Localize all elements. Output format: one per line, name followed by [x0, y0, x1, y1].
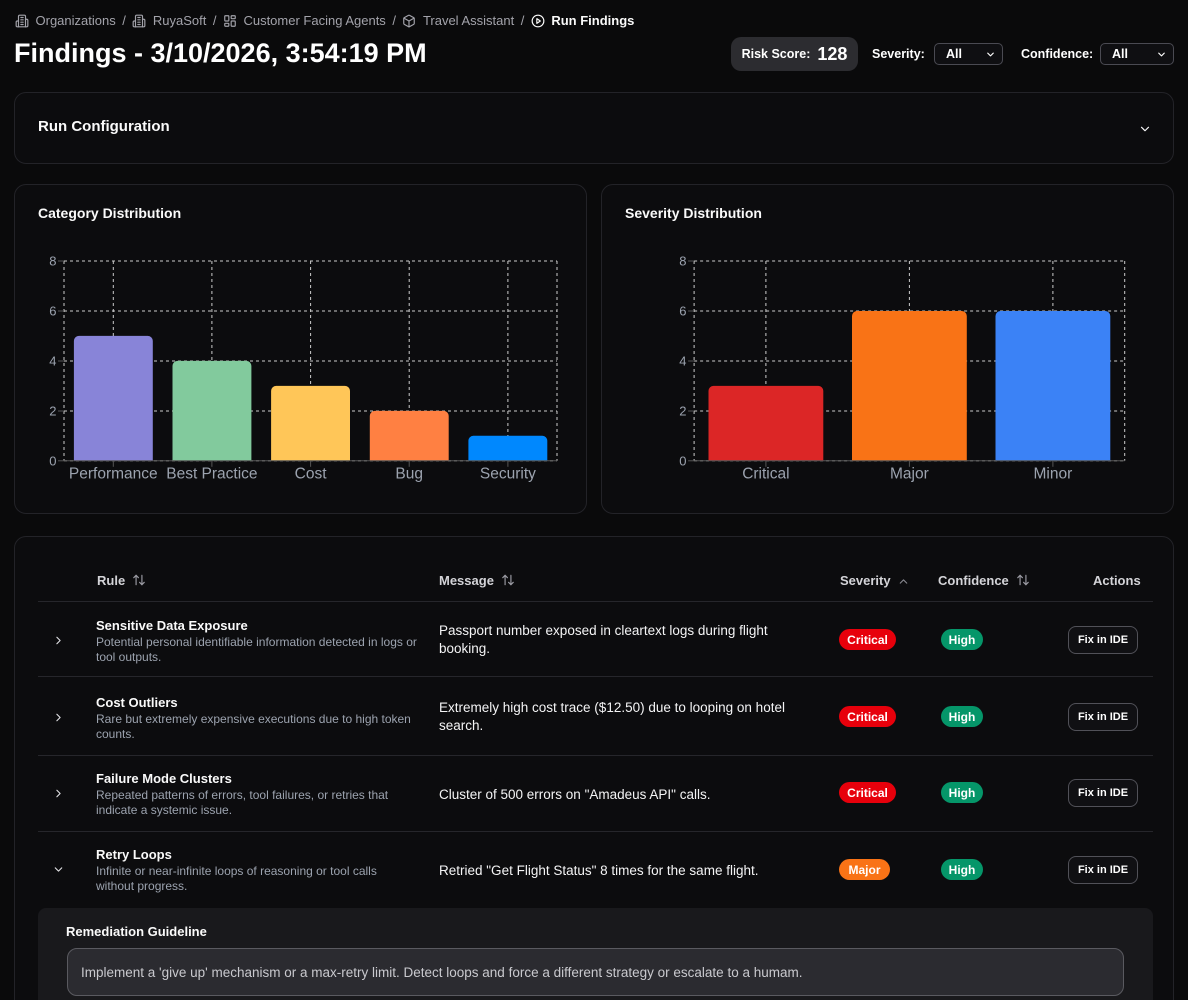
- svg-text:4: 4: [679, 354, 686, 369]
- svg-text:8: 8: [679, 254, 686, 269]
- svg-text:Minor: Minor: [1034, 465, 1073, 482]
- svg-text:0: 0: [49, 453, 56, 468]
- svg-text:2: 2: [679, 404, 686, 419]
- svg-text:Best Practice: Best Practice: [166, 465, 257, 482]
- svg-text:2: 2: [49, 404, 56, 419]
- svg-text:8: 8: [49, 254, 56, 269]
- svg-text:Performance: Performance: [69, 465, 158, 482]
- svg-text:Bug: Bug: [395, 465, 423, 482]
- svg-text:0: 0: [679, 453, 686, 468]
- svg-text:6: 6: [679, 304, 686, 319]
- svg-text:4: 4: [49, 354, 56, 369]
- svg-text:Critical: Critical: [742, 465, 789, 482]
- svg-text:6: 6: [49, 304, 56, 319]
- svg-text:Major: Major: [890, 465, 929, 482]
- svg-text:Cost: Cost: [295, 465, 328, 482]
- svg-text:Security: Security: [480, 465, 536, 482]
